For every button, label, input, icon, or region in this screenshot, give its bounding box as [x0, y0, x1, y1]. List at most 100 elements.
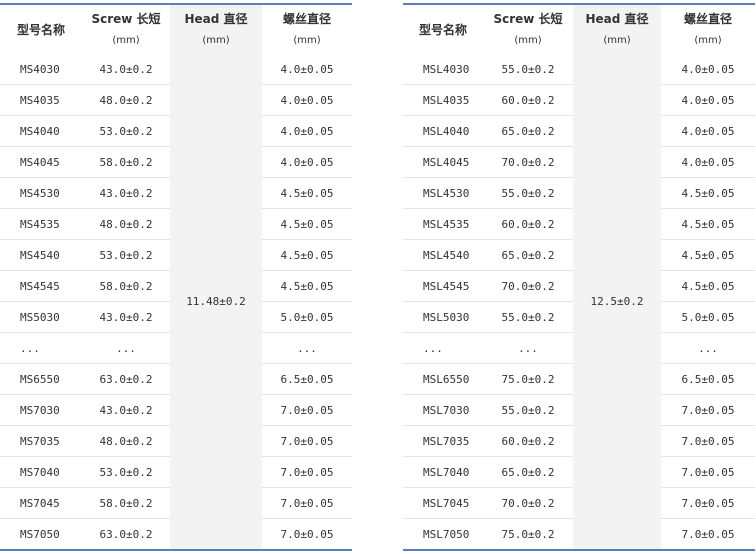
model-cell: MSL7030: [403, 394, 483, 426]
thread-diameter-cell: 4.5±0.05: [262, 208, 352, 240]
model-cell: MS7045: [0, 487, 82, 519]
model-cell: MSL4540: [403, 239, 483, 271]
unit-label: (mm): [694, 34, 722, 46]
model-header: 型号名称: [418, 22, 467, 37]
model-cell: MS6550: [0, 363, 82, 395]
model-cell: MS4530: [0, 177, 82, 209]
model-cell: MS4545: [0, 270, 82, 302]
screw-length-cell: 53.0±0.2: [82, 115, 170, 147]
head-diameter-value: 11.48±0.2: [186, 295, 246, 308]
model-cell: ...: [0, 332, 82, 364]
screw-length-cell: 70.0±0.2: [483, 270, 573, 302]
thread-diameter-cell: 4.5±0.05: [262, 239, 352, 271]
screw-length-cell: 63.0±0.2: [99, 527, 153, 541]
model-cell: MSL5030: [403, 301, 483, 333]
model-cell: MS5030: [0, 301, 82, 333]
unit-label: (mm): [112, 34, 140, 46]
thread-diameter-cell: 7.0±0.05: [661, 394, 755, 426]
head-diameter-value: 12.5±0.2: [590, 295, 644, 308]
screw-length-cell: 53.0±0.2: [82, 239, 170, 271]
model-cell: MS7035: [0, 425, 82, 457]
screw-length-cell: 65.0±0.2: [483, 239, 573, 271]
thread-diameter-cell: 7.0±0.05: [681, 527, 735, 541]
model-cell: ...: [403, 332, 483, 364]
model-cell: MSL4040: [403, 115, 483, 147]
model-cell: MSL4530: [403, 177, 483, 209]
model-cell: MS4040: [0, 115, 82, 147]
screw-length-cell: 48.0±0.2: [82, 425, 170, 457]
thread-diameter-cell: 5.0±0.05: [262, 301, 352, 333]
thread-diameter-cell: ...: [262, 332, 352, 364]
model-cell: MS7040: [0, 456, 82, 488]
unit-label: (mm): [202, 34, 230, 46]
thread-diameter-cell: 7.0±0.05: [661, 487, 755, 519]
thread-diameter-cell: ...: [661, 332, 755, 364]
header-row: 型号名称 Screw 长短 (mm) Head 直径 (mm) 螺丝直径 (mm): [0, 4, 352, 54]
model-cell: MSL7040: [403, 456, 483, 488]
thread-diameter-header: 螺丝直径 (mm): [661, 4, 755, 54]
model-cell: MS7030: [0, 394, 82, 426]
screw-length-cell: 60.0±0.2: [483, 208, 573, 240]
screw-length-cell: 60.0±0.2: [483, 425, 573, 457]
model-cell: MS4535: [0, 208, 82, 240]
table-row: MS4030 43.0±0.2 11.48±0.2 4.0±0.05: [0, 54, 352, 550]
thread-diameter-cell: 4.5±0.05: [661, 239, 755, 271]
spec-table-left: 型号名称 Screw 长短 (mm) Head 直径 (mm) 螺丝直径 (mm) M…: [0, 3, 352, 551]
thread-diameter-cell: 4.5±0.05: [262, 270, 352, 302]
model-header: 型号名称: [16, 22, 65, 37]
screw-length-cell: 55.0±0.2: [483, 54, 573, 85]
model-cell: MS7050: [20, 527, 60, 541]
head-diameter-header: Head 直径 (mm): [573, 4, 661, 54]
thread-diameter-cell: 4.0±0.05: [661, 54, 755, 85]
unit-label: (mm): [293, 34, 321, 46]
screw-length-cell: 58.0±0.2: [82, 487, 170, 519]
spec-table-right: 型号名称 Screw 长短 (mm) Head 直径 (mm) 螺丝直径 (mm) M…: [403, 3, 755, 551]
unit-label: (mm): [603, 34, 631, 46]
head-diameter-cell: 11.48±0.2: [170, 54, 262, 550]
screw-length-cell: 48.0±0.2: [82, 208, 170, 240]
model-cell: MS4035: [0, 84, 82, 116]
model-cell: MSL4535: [403, 208, 483, 240]
thread-diameter-cell: 4.0±0.05: [262, 84, 352, 116]
model-cell: MSL4545: [403, 270, 483, 302]
screw-length-header: Screw 长短 (mm): [82, 4, 170, 54]
thread-diameter-cell: 7.0±0.05: [262, 487, 352, 519]
screw-length-cell: ...: [483, 332, 573, 364]
model-cell: MSL7045: [403, 487, 483, 519]
screw-length-cell: 58.0±0.2: [82, 146, 170, 178]
screw-length-cell: 75.0±0.2: [501, 527, 555, 541]
thread-diameter-cell: 4.5±0.05: [661, 208, 755, 240]
thread-diameter-cell: 4.5±0.05: [661, 270, 755, 302]
thread-diameter-cell: 6.5±0.05: [262, 363, 352, 395]
screw-length-cell: 63.0±0.2: [82, 363, 170, 395]
thread-diameter-cell: 6.5±0.05: [661, 363, 755, 395]
model-cell: MSL4030: [403, 54, 483, 85]
model-cell: MSL7035: [403, 425, 483, 457]
model-cell: MSL6550: [403, 363, 483, 395]
screw-length-cell: 70.0±0.2: [483, 487, 573, 519]
model-cell: MS4045: [0, 146, 82, 178]
screw-length-cell: 65.0±0.2: [483, 456, 573, 488]
thread-diameter-cell: 4.0±0.05: [262, 146, 352, 178]
screw-length-cell: 55.0±0.2: [483, 177, 573, 209]
screw-length-cell: 70.0±0.2: [483, 146, 573, 178]
model-cell: MSL4045: [403, 146, 483, 178]
thread-diameter-header: 螺丝直径 (mm): [262, 4, 352, 54]
head-diameter-cell: 12.5±0.2: [573, 54, 661, 550]
screw-length-cell: 58.0±0.2: [82, 270, 170, 302]
thread-diameter-cell: 7.0±0.05: [262, 425, 352, 457]
thread-diameter-cell: 4.0±0.05: [661, 115, 755, 147]
screw-length-cell: ...: [82, 332, 170, 364]
unit-label: (mm): [514, 34, 542, 46]
screw-length-cell: 65.0±0.2: [483, 115, 573, 147]
screw-length-header: Screw 长短 (mm): [483, 4, 573, 54]
screw-length-cell: 60.0±0.2: [483, 84, 573, 116]
thread-diameter-cell: 4.0±0.05: [262, 115, 352, 147]
thread-diameter-cell: 7.0±0.05: [661, 456, 755, 488]
screw-length-cell: 43.0±0.2: [82, 177, 170, 209]
screw-length-cell: 53.0±0.2: [82, 456, 170, 488]
model-cell: MSL4035: [403, 84, 483, 116]
screw-length-cell: 55.0±0.2: [483, 301, 573, 333]
head-diameter-header: Head 直径 (mm): [170, 4, 262, 54]
model-cell: MS4030: [0, 54, 82, 85]
